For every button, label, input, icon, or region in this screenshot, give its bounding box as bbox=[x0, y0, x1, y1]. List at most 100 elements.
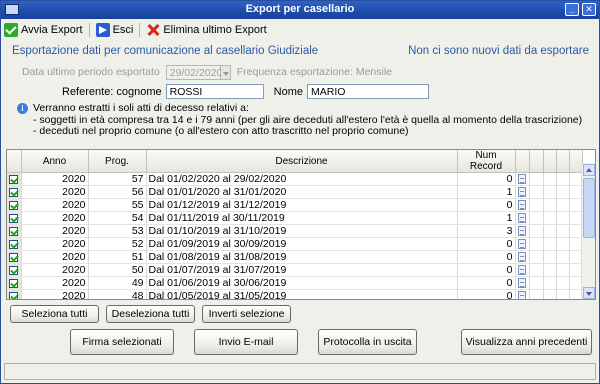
cell-extra bbox=[543, 185, 557, 199]
cell-descrizione: Dal 01/08/2019 al 31/08/2019 bbox=[146, 250, 458, 264]
deselect-all-button[interactable]: Deseleziona tutti bbox=[106, 305, 195, 323]
minimize-button[interactable]: _ bbox=[565, 3, 579, 16]
cell-doc[interactable] bbox=[515, 237, 530, 251]
cell-extra bbox=[556, 237, 570, 251]
cell-extra bbox=[543, 224, 557, 238]
cell-anno: 2020 bbox=[21, 237, 89, 251]
cell-anno: 2020 bbox=[21, 185, 89, 199]
scroll-thumb[interactable] bbox=[583, 178, 595, 238]
referent-row: Referente: cognome ROSSI Nome MARIO bbox=[62, 83, 430, 100]
cell-extra bbox=[556, 250, 570, 264]
row-checkbox[interactable] bbox=[7, 224, 22, 238]
cell-extra bbox=[556, 211, 570, 225]
referent-surname-input[interactable]: ROSSI bbox=[165, 84, 264, 99]
page-title: Esportazione dati per comunicazione al c… bbox=[12, 45, 319, 57]
cell-extra bbox=[556, 289, 570, 299]
scroll-down-button[interactable] bbox=[583, 287, 595, 299]
start-export-button[interactable]: Avvia Export bbox=[4, 23, 83, 37]
column-header-doc bbox=[515, 150, 530, 173]
row-checkbox[interactable] bbox=[7, 250, 22, 264]
row-checkbox[interactable] bbox=[7, 289, 22, 299]
row-checkbox[interactable] bbox=[7, 185, 22, 199]
cell-anno: 2020 bbox=[21, 224, 89, 238]
column-header-prog[interactable]: Prog. bbox=[88, 150, 147, 173]
table-row[interactable]: 2020 54 Dal 01/11/2019 al 30/11/2019 1 bbox=[7, 211, 583, 225]
column-header-extra bbox=[543, 150, 557, 173]
cell-prog: 49 bbox=[88, 276, 147, 290]
document-icon bbox=[518, 265, 526, 276]
column-header-descrizione[interactable]: Descrizione bbox=[146, 150, 458, 173]
send-email-button[interactable]: Invio E-mail bbox=[194, 329, 298, 355]
toolbar: Avvia Export Esci Elimina ultimo Export bbox=[4, 21, 598, 39]
cell-prog: 54 bbox=[88, 211, 147, 225]
protocol-outgoing-button[interactable]: Protocolla in uscita bbox=[318, 329, 417, 355]
cell-extra bbox=[529, 185, 544, 199]
cell-doc[interactable] bbox=[515, 250, 530, 264]
cell-doc[interactable] bbox=[515, 172, 530, 186]
cell-doc[interactable] bbox=[515, 198, 530, 212]
select-all-button[interactable]: Seleziona tutti bbox=[10, 305, 99, 323]
cell-prog: 52 bbox=[88, 237, 147, 251]
table-row[interactable]: 2020 51 Dal 01/08/2019 al 31/08/2019 0 bbox=[7, 250, 583, 264]
cell-num-record: 3 bbox=[457, 224, 516, 238]
cell-prog: 57 bbox=[88, 172, 147, 186]
row-checkbox[interactable] bbox=[7, 211, 22, 225]
cell-doc[interactable] bbox=[515, 211, 530, 225]
cell-extra bbox=[556, 276, 570, 290]
export-window: Export per casellario _ ✕ Avvia Export E… bbox=[0, 0, 600, 384]
document-icon bbox=[518, 213, 526, 224]
row-checkbox[interactable] bbox=[7, 172, 22, 186]
column-header-select[interactable] bbox=[7, 150, 22, 173]
cell-anno: 2020 bbox=[21, 198, 89, 212]
cell-extra bbox=[556, 224, 570, 238]
toolbar-separator bbox=[88, 23, 90, 37]
invert-selection-button[interactable]: Inverti selezione bbox=[202, 305, 291, 323]
table-row[interactable]: 2020 53 Dal 01/10/2019 al 31/10/2019 3 bbox=[7, 224, 583, 238]
referent-name-input[interactable]: MARIO bbox=[307, 84, 430, 99]
row-checkbox[interactable] bbox=[7, 237, 22, 251]
scroll-up-button[interactable] bbox=[583, 164, 595, 176]
checkbox-checked-icon bbox=[9, 226, 19, 236]
document-icon bbox=[518, 252, 526, 263]
view-previous-years-button[interactable]: Visualizza anni precedenti bbox=[461, 329, 592, 355]
row-checkbox[interactable] bbox=[7, 198, 22, 212]
close-button[interactable]: ✕ bbox=[582, 3, 596, 16]
sign-selected-button[interactable]: Firma selezionati bbox=[70, 329, 174, 355]
column-header-anno[interactable]: Anno bbox=[21, 150, 89, 173]
title-bar: Export per casellario _ ✕ bbox=[1, 1, 599, 19]
column-header-num-record[interactable]: Num Record bbox=[457, 150, 516, 173]
info-icon: i bbox=[17, 103, 28, 114]
cell-num-record: 0 bbox=[457, 237, 516, 251]
table-scrollbar[interactable] bbox=[581, 163, 595, 299]
row-checkbox[interactable] bbox=[7, 276, 22, 290]
document-icon bbox=[518, 174, 526, 185]
table-row[interactable]: 2020 57 Dal 01/02/2020 al 29/02/2020 0 bbox=[7, 172, 583, 186]
window-title: Export per casellario bbox=[245, 3, 355, 15]
row-checkbox[interactable] bbox=[7, 263, 22, 277]
table-row[interactable]: 2020 56 Dal 01/01/2020 al 31/01/2020 1 bbox=[7, 185, 583, 199]
exit-button[interactable]: Esci bbox=[95, 23, 133, 37]
document-icon bbox=[518, 187, 526, 198]
checkbox-checked-icon bbox=[9, 239, 19, 249]
cell-doc[interactable] bbox=[515, 263, 530, 277]
cell-extra bbox=[543, 289, 557, 299]
table-row[interactable]: 2020 48 Dal 01/05/2019 al 31/05/2019 0 bbox=[7, 289, 583, 299]
cell-doc[interactable] bbox=[515, 276, 530, 290]
cell-extra bbox=[543, 263, 557, 277]
cell-doc[interactable] bbox=[515, 224, 530, 238]
table-row[interactable]: 2020 50 Dal 01/07/2019 al 31/07/2019 0 bbox=[7, 263, 583, 277]
cell-doc[interactable] bbox=[515, 185, 530, 199]
cell-extra bbox=[529, 172, 544, 186]
delete-last-export-button[interactable]: Elimina ultimo Export bbox=[146, 23, 266, 37]
cell-doc[interactable] bbox=[515, 289, 530, 299]
table-row[interactable]: 2020 49 Dal 01/06/2019 al 30/06/2019 0 bbox=[7, 276, 583, 290]
table-row[interactable]: 2020 52 Dal 01/09/2019 al 30/09/2019 0 bbox=[7, 237, 583, 251]
cell-anno: 2020 bbox=[21, 172, 89, 186]
cell-num-record: 1 bbox=[457, 185, 516, 199]
status-bar bbox=[4, 363, 596, 380]
cell-extra bbox=[529, 224, 544, 238]
cell-extra bbox=[556, 263, 570, 277]
table-row[interactable]: 2020 55 Dal 01/12/2019 al 31/12/2019 0 bbox=[7, 198, 583, 212]
cell-num-record: 0 bbox=[457, 172, 516, 186]
export-frequency: Frequenza esportazione: Mensile bbox=[236, 66, 393, 78]
